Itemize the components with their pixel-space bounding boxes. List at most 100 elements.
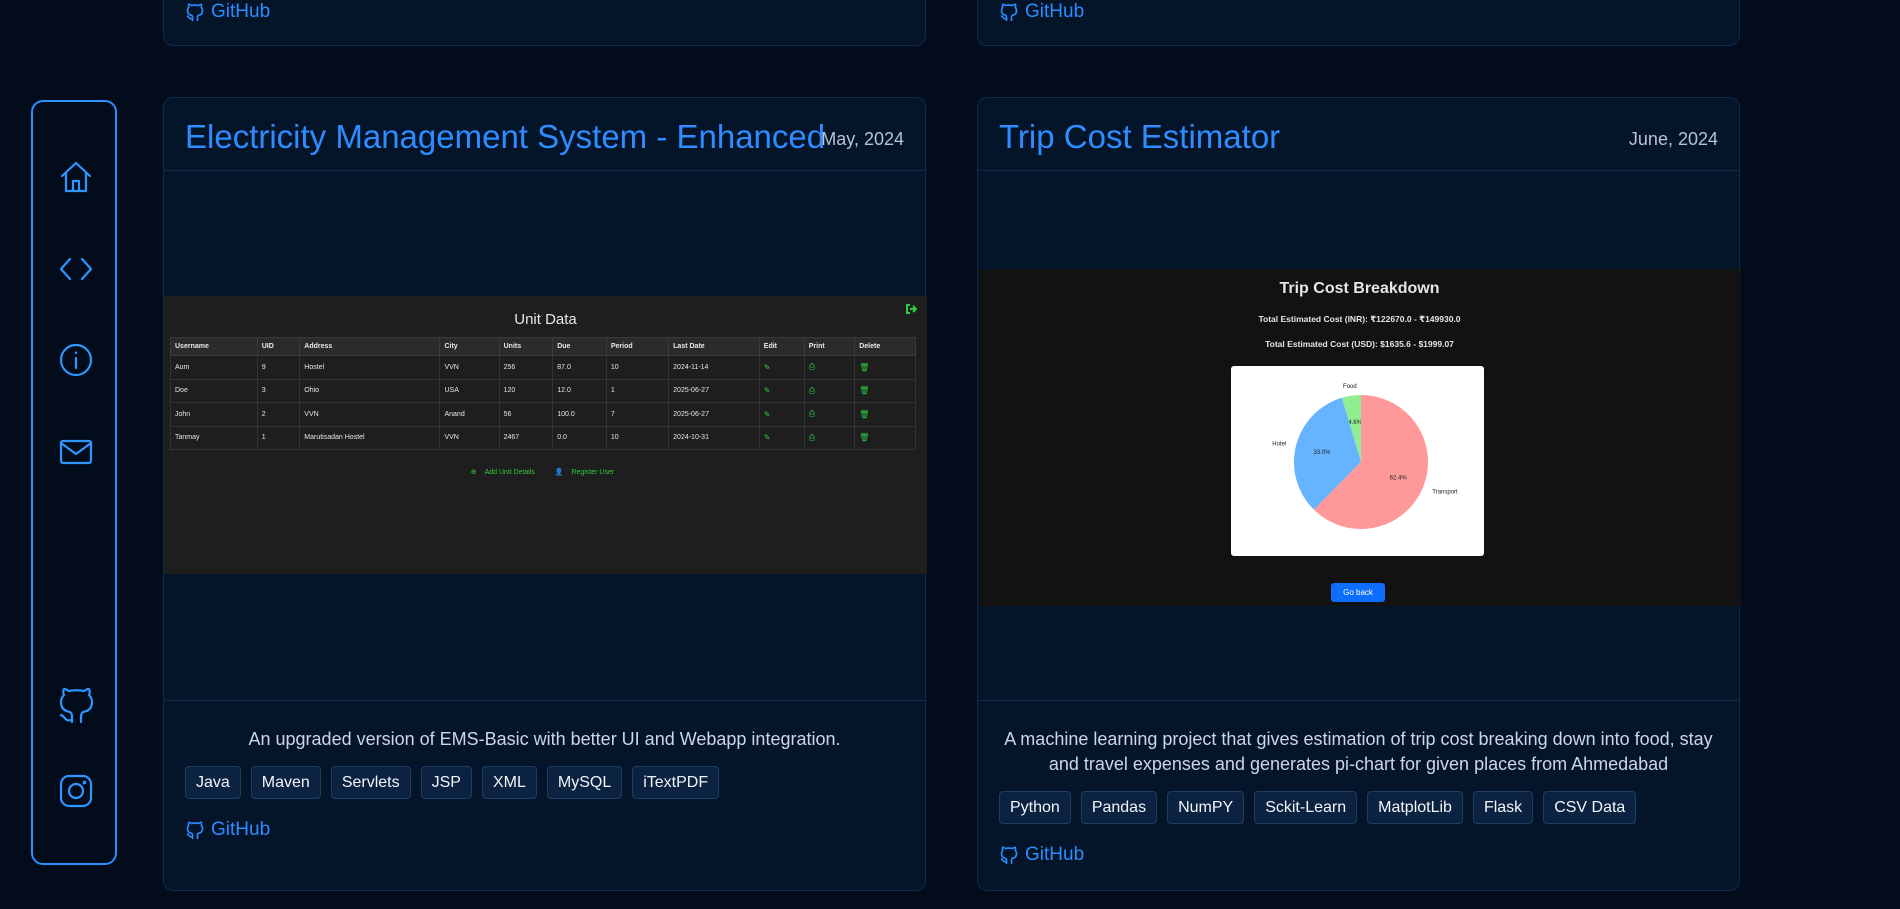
table-cell: ⎙ (803, 355, 856, 380)
edit-icon: ✎ (763, 386, 771, 396)
project-card-trip: Trip Cost Estimator June, 2024 Trip Cost… (977, 97, 1741, 891)
tech-tag: iTextPDF (632, 766, 720, 799)
column-header: UID (256, 337, 301, 356)
slice-value-label: 62.4% (1390, 475, 1408, 481)
column-header: City (439, 337, 500, 356)
table-cell: 10 (605, 425, 670, 450)
table-cell: 🗑 (854, 355, 916, 380)
table-row: Doe 3 Ohio USA 120 12.0 1 2025-06-27 ✎ ⎙ 🗑 (170, 378, 916, 403)
slice-category-label: Hotel (1272, 441, 1286, 447)
tech-tag: Flask (1472, 791, 1534, 824)
tech-tag: Servlets (330, 766, 411, 799)
github-icon (186, 3, 204, 22)
github-icon (1000, 3, 1018, 22)
table-cell: ⎙ (803, 402, 856, 427)
github-link-label: GitHub (211, 819, 271, 840)
github-icon (1000, 846, 1018, 865)
tech-tag: MySQL (546, 766, 623, 799)
tech-tag: JSP (420, 766, 472, 799)
github-link-label: GitHub (1025, 844, 1085, 865)
table-cell: 10 (605, 355, 670, 380)
table-cell: 0.0 (552, 425, 607, 450)
project-card-partial: GitHub (977, 0, 1740, 46)
table-cell: Hostel (299, 355, 441, 380)
column-header: Due (552, 337, 607, 356)
github-icon[interactable] (57, 687, 95, 725)
table-cell: ✎ (758, 425, 805, 450)
project-description: An upgraded version of EMS-Basic with be… (248, 729, 841, 749)
table-cell: 12.0 (552, 378, 607, 403)
tech-tags: Python Pandas NumPY Sckit-Learn MatplotL… (999, 791, 1637, 824)
code-icon[interactable] (57, 250, 95, 288)
add-unit-link: ⊕ Add Unit Details (470, 469, 535, 476)
github-link-label: GitHub (1025, 1, 1085, 22)
tech-tag: Java (185, 766, 241, 799)
column-header: Last Date (668, 337, 760, 356)
preview-title: Trip Cost Breakdown (1279, 280, 1440, 297)
tech-tags: Java Maven Servlets JSP XML MySQL iTextP… (185, 766, 720, 799)
mail-icon[interactable] (57, 433, 95, 471)
project-date: June, 2024 (1628, 129, 1718, 149)
project-date: May, 2024 (821, 129, 904, 149)
table-cell: 3 (256, 378, 301, 403)
table-cell: 2024-10-31 (668, 425, 760, 450)
github-link[interactable]: GitHub (185, 1, 270, 23)
table-cell: John (170, 402, 258, 427)
column-header: Username (170, 337, 258, 356)
logout-icon (905, 302, 918, 314)
edit-icon: ✎ (763, 433, 771, 443)
card-header: Electricity Management System - Enhanced… (164, 98, 925, 171)
edit-icon: ✎ (763, 362, 771, 372)
table-cell: 56 (498, 402, 554, 427)
home-icon[interactable] (57, 158, 95, 196)
github-link[interactable]: GitHub (999, 1, 1084, 23)
table-cell: 87.0 (552, 355, 607, 380)
github-link[interactable]: GitHub (185, 819, 270, 841)
table-cell: 2025-06-27 (668, 378, 760, 403)
tech-tag: Pandas (1080, 791, 1158, 824)
delete-icon: 🗑 (859, 362, 870, 372)
table-cell: 1 (605, 378, 670, 403)
delete-icon: 🗑 (859, 433, 870, 443)
inr-cost-line: Total Estimated Cost (INR): ₹122670.0 - … (1258, 314, 1461, 324)
usd-cost-line: Total Estimated Cost (USD): $1635.6 - $1… (1265, 339, 1454, 349)
instagram-icon[interactable] (57, 772, 95, 810)
slice-value-label: 33.0% (1313, 450, 1331, 456)
table-cell: Ohio (299, 378, 441, 403)
project-preview: Unit Data Username UID Address City Unit… (164, 171, 927, 701)
preview-screenshot: Unit Data Username UID Address City Unit… (164, 296, 927, 574)
slice-value-label: 4.6% (1348, 420, 1362, 426)
table-cell: Tanmay (170, 425, 258, 450)
delete-icon: 🗑 (859, 409, 870, 419)
tech-tag: Maven (250, 766, 321, 799)
table-cell: 7 (605, 402, 670, 427)
table-cell: 🗑 (854, 378, 916, 403)
table-cell: 🗑 (854, 425, 916, 450)
github-link[interactable]: GitHub (999, 844, 1084, 866)
sidebar-nav (31, 100, 117, 865)
go-back-button: Go back (1331, 583, 1385, 602)
table-cell: Maruti­sadan Hostel (299, 425, 441, 450)
print-icon: ⎙ (808, 409, 816, 419)
edit-icon: ✎ (763, 409, 771, 419)
tech-tag: CSV Data (1543, 791, 1637, 824)
tech-tag: MatplotLib (1367, 791, 1463, 824)
preview-screenshot: Trip Cost Breakdown Total Estimated Cost… (978, 269, 1741, 606)
project-card-partial: GitHub (163, 0, 926, 46)
info-icon[interactable] (57, 341, 95, 379)
table-cell: 2467 (498, 425, 554, 450)
table-cell: Aum (170, 355, 258, 380)
delete-icon: 🗑 (859, 386, 870, 396)
column-header: Delete (854, 337, 916, 356)
project-preview: Trip Cost Breakdown Total Estimated Cost… (978, 171, 1741, 701)
table-cell: Anand (439, 402, 500, 427)
pie-chart-svg: 4.6% Food 33.0% Hotel 62.4% Transport (1272, 384, 1458, 529)
column-header: Address (299, 337, 441, 356)
column-header: Period (605, 337, 670, 356)
table-cell: 120 (498, 378, 554, 403)
table-cell: Doe (170, 378, 258, 403)
table-cell: 2025-06-27 (668, 402, 760, 427)
tech-tag: XML (481, 766, 537, 799)
table-cell: VVN (299, 402, 441, 427)
print-icon: ⎙ (808, 385, 816, 395)
